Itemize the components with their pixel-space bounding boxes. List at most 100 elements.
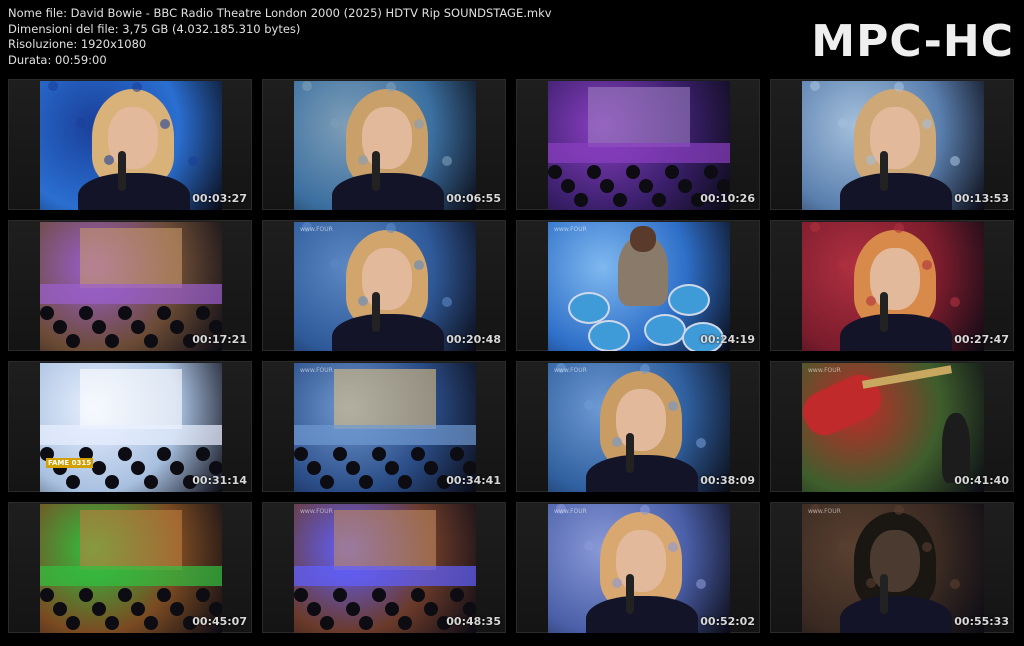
timestamp-label: 00:48:35 <box>446 615 501 628</box>
singer-jacket <box>586 596 698 633</box>
audience-head <box>398 616 412 630</box>
stage-light <box>442 297 452 307</box>
stage-light <box>584 541 594 551</box>
audience-head <box>131 461 145 475</box>
audience-head <box>320 616 334 630</box>
thumbnail-grid: 00:03:27 00:06:55 00:10:26 00:13:53 00:17:21… <box>8 79 1016 633</box>
stage-floor <box>40 284 222 304</box>
stage-light <box>584 400 594 410</box>
watermark-label: www.FOUR <box>554 226 587 233</box>
audience-head <box>105 616 119 630</box>
microphone <box>118 151 126 191</box>
thumbnail-frame <box>40 222 222 351</box>
audience-head <box>66 334 80 348</box>
timestamp-label: 00:06:55 <box>446 192 501 205</box>
stage-light <box>358 155 368 165</box>
audience-head <box>294 447 308 461</box>
stage-light <box>76 118 86 128</box>
timestamp-label: 00:45:07 <box>192 615 247 628</box>
timestamp-label: 00:27:47 <box>954 333 1009 346</box>
audience-head <box>600 179 614 193</box>
app-logo: MPC-HC <box>811 16 1014 67</box>
audience-head <box>717 179 730 193</box>
thumbnail-frame: www.FOUR <box>294 222 476 351</box>
audience-head <box>157 588 171 602</box>
stage-backdrop <box>334 510 436 570</box>
stage-light <box>640 364 650 374</box>
thumbnail-cell: www.FOUR 00:34:41 <box>262 361 506 492</box>
audience-head <box>424 461 438 475</box>
watermark-label: www.FOUR <box>300 367 333 374</box>
watermark-label: www.FOUR <box>808 508 841 515</box>
audience-head <box>359 475 373 489</box>
stage-light <box>612 437 622 447</box>
audience-head <box>320 475 334 489</box>
singer-jacket <box>78 173 190 210</box>
thumbnail-frame: www.FOUR <box>294 504 476 633</box>
audience-head <box>398 475 412 489</box>
watermark-label: www.FOUR <box>300 226 333 233</box>
stage-light <box>838 541 848 551</box>
audience-head <box>678 179 692 193</box>
thumbnail-frame: www.FOUR <box>294 363 476 492</box>
audience-head <box>144 616 158 630</box>
audience-head <box>170 602 184 616</box>
stage-light <box>386 82 396 92</box>
audience-head <box>157 447 171 461</box>
audience-head <box>294 588 308 602</box>
thumbnail-frame: www.FOUR <box>802 504 984 633</box>
thumbnail-frame: www.FOUR <box>548 504 730 633</box>
stage-light <box>696 579 706 589</box>
audience-head <box>372 588 386 602</box>
thumbnail-cell: FAME 0315 00:31:14 <box>8 361 252 492</box>
stage-light <box>950 579 960 589</box>
timestamp-label: 00:52:02 <box>700 615 755 628</box>
audience-head <box>209 320 222 334</box>
stage-light <box>48 81 58 91</box>
watermark-label: www.FOUR <box>554 367 587 374</box>
singer-jacket <box>840 314 952 351</box>
file-resolution: Risoluzione: 1920x1080 <box>8 37 147 51</box>
thumbnail-frame: www.FOUR <box>548 363 730 492</box>
audience-head <box>385 461 399 475</box>
stage-light <box>810 81 820 91</box>
audience-head <box>346 602 360 616</box>
microphone <box>626 574 634 614</box>
stage-light <box>950 297 960 307</box>
audience-head <box>411 447 425 461</box>
audience-head <box>587 165 601 179</box>
drummer-head <box>630 226 656 252</box>
stage-light <box>330 259 340 269</box>
timestamp-label: 00:13:53 <box>954 192 1009 205</box>
thumbnail-cell: 00:03:27 <box>8 79 252 210</box>
thumbnail-frame <box>802 81 984 210</box>
stage-backdrop <box>80 228 182 288</box>
timestamp-label: 00:41:40 <box>954 474 1009 487</box>
thumbnail-frame: FAME 0315 <box>40 363 222 492</box>
stage-backdrop <box>588 87 690 147</box>
timestamp-label: 00:20:48 <box>446 333 501 346</box>
stage-floor <box>294 425 476 445</box>
timestamp-label: 00:31:14 <box>192 474 247 487</box>
audience-head <box>333 447 347 461</box>
audience-head <box>66 616 80 630</box>
timestamp-label: 00:24:19 <box>700 333 755 346</box>
timestamp-label: 00:03:27 <box>192 192 247 205</box>
stage-light <box>160 119 170 129</box>
stage-light <box>894 505 904 515</box>
thumbnail-frame: www.FOUR <box>802 363 984 492</box>
stage-light <box>838 118 848 128</box>
stage-light <box>668 401 678 411</box>
audience-head <box>359 616 373 630</box>
thumbnail-cell: www.FOUR 00:48:35 <box>262 502 506 633</box>
audience-head <box>307 461 321 475</box>
audience-head <box>40 588 54 602</box>
audience-head <box>53 602 67 616</box>
timestamp-label: 00:17:21 <box>192 333 247 346</box>
microphone <box>880 151 888 191</box>
performer <box>942 413 970 483</box>
stage-light <box>104 155 114 165</box>
watermark-label: www.FOUR <box>300 508 333 515</box>
audience-head <box>170 461 184 475</box>
audience-head <box>53 320 67 334</box>
